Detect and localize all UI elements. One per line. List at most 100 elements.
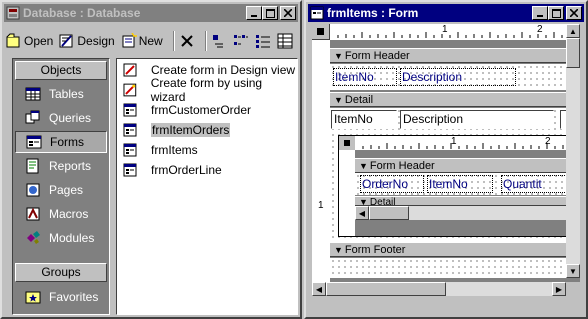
form-selector-box bbox=[317, 28, 324, 35]
object-macros[interactable]: Macros bbox=[15, 203, 107, 225]
object-label: Tables bbox=[49, 87, 84, 101]
subform-detail-band[interactable]: ▼ Detail bbox=[355, 196, 579, 206]
horizontal-scrollbar[interactable]: ◀ ▶ bbox=[312, 282, 566, 296]
open-label: Open bbox=[24, 34, 54, 48]
subform-scroll-left-button[interactable]: ◀ bbox=[355, 206, 369, 220]
vertical-ruler[interactable]: 1 bbox=[312, 40, 330, 294]
scroll-right-button[interactable]: ▶ bbox=[552, 282, 566, 296]
group-favorites[interactable]: Favorites bbox=[15, 286, 107, 308]
object-modules[interactable]: Modules bbox=[15, 227, 107, 249]
large-icons-icon bbox=[212, 35, 223, 48]
toolbar-separator bbox=[172, 31, 175, 51]
horizontal-ruler[interactable]: 1 2 bbox=[330, 24, 580, 40]
subform-label-itemno[interactable]: ItemNo bbox=[427, 175, 493, 193]
object-tables[interactable]: Tables bbox=[15, 83, 107, 105]
maximize-button[interactable] bbox=[548, 6, 564, 20]
report-icon bbox=[26, 158, 39, 174]
new-label: New bbox=[138, 34, 163, 48]
scroll-up-button[interactable]: ▲ bbox=[566, 24, 580, 38]
small-icons-icon bbox=[233, 35, 248, 45]
open-button[interactable]: Open bbox=[6, 33, 53, 49]
list-item-selected[interactable]: frmItemOrders bbox=[123, 121, 231, 139]
new-button[interactable]: New bbox=[121, 33, 163, 49]
detail-field-description[interactable]: Description bbox=[400, 110, 554, 129]
scroll-left-button[interactable]: ◀ bbox=[312, 282, 326, 296]
header-label-description[interactable]: Description bbox=[400, 68, 516, 86]
list-item[interactable]: frmCustomerOrder bbox=[123, 101, 251, 119]
subform-selector[interactable] bbox=[339, 136, 355, 150]
form-icon bbox=[123, 123, 137, 137]
close-button[interactable] bbox=[280, 6, 296, 20]
minimize-button[interactable] bbox=[532, 6, 548, 20]
object-pages[interactable]: Pages bbox=[15, 179, 107, 201]
module-icon bbox=[27, 231, 40, 244]
detail-field-text: ItemNo bbox=[334, 112, 373, 126]
form-selector[interactable] bbox=[312, 24, 330, 40]
detail-field-text: Description bbox=[403, 112, 464, 126]
subform-vertical-ruler[interactable] bbox=[339, 150, 355, 236]
form-header-section[interactable]: ItemNo Description bbox=[330, 64, 578, 90]
subform-header-section[interactable]: OrderNo ItemNo Quantit bbox=[355, 173, 579, 195]
list-item[interactable]: frmItems bbox=[123, 141, 198, 159]
band-arrow-icon: ▼ bbox=[359, 197, 368, 206]
object-forms[interactable]: Forms bbox=[15, 131, 107, 153]
vertical-scrollbar[interactable]: ▲ ▼ bbox=[566, 24, 580, 278]
scroll-down-button[interactable]: ▼ bbox=[566, 264, 580, 278]
detail-band[interactable]: ▼ Detail bbox=[330, 92, 578, 107]
subform-horizontal-ruler[interactable]: 1 2 bbox=[355, 136, 579, 150]
database-titlebar[interactable]: Database : Database bbox=[4, 4, 298, 22]
header-label-text: ItemNo bbox=[335, 70, 374, 84]
form-icon bbox=[26, 135, 42, 149]
design-button[interactable]: Design bbox=[59, 33, 115, 49]
close-button[interactable] bbox=[566, 6, 582, 20]
list-item[interactable]: frmOrderLine bbox=[123, 161, 222, 179]
large-icons-button[interactable] bbox=[211, 33, 227, 49]
maximize-button[interactable] bbox=[262, 6, 278, 20]
subform-control[interactable]: 1 2 ▼Form Header OrderNo ItemNo Quantit bbox=[338, 135, 580, 237]
table-icon bbox=[25, 87, 41, 101]
object-queries[interactable]: Queries bbox=[15, 107, 107, 129]
form-footer-band[interactable]: ▼ Form Footer bbox=[330, 242, 578, 257]
small-icons-button[interactable] bbox=[233, 33, 249, 49]
delete-button[interactable] bbox=[179, 33, 195, 49]
vertical-scroll-thumb[interactable] bbox=[566, 38, 580, 68]
list-view-button[interactable] bbox=[255, 33, 271, 49]
subform-detail-label: Detail bbox=[369, 197, 396, 206]
header-label-itemno[interactable]: ItemNo bbox=[333, 68, 397, 86]
subform-horizontal-scrollbar[interactable]: ◀ bbox=[355, 206, 579, 220]
details-view-button[interactable] bbox=[277, 33, 293, 49]
objects-header-label: Objects bbox=[40, 63, 82, 77]
toolbar-separator bbox=[204, 31, 207, 51]
minimize-button[interactable] bbox=[246, 6, 262, 20]
subform-header-band[interactable]: ▼ Form Header bbox=[355, 158, 579, 173]
page-icon bbox=[26, 183, 40, 197]
close-icon bbox=[570, 9, 578, 17]
scroll-left-icon: ◀ bbox=[315, 284, 323, 294]
close-icon bbox=[284, 9, 292, 17]
favorites-icon bbox=[25, 291, 41, 304]
form-titlebar[interactable]: frmItems : Form bbox=[308, 4, 584, 22]
subform-label-orderno[interactable]: OrderNo bbox=[360, 175, 424, 193]
detail-field-itemno[interactable]: ItemNo bbox=[331, 110, 397, 129]
minimize-icon bbox=[537, 15, 543, 17]
objects-header-button[interactable]: Objects bbox=[15, 61, 107, 80]
wizard-icon bbox=[123, 83, 137, 97]
form-footer-section[interactable] bbox=[330, 258, 578, 278]
objects-bar: Objects Tables Queries Forms Reports Pag… bbox=[12, 58, 110, 315]
form-header-band[interactable]: ▼ Form Header bbox=[330, 48, 578, 63]
detail-section[interactable]: ItemNo Description 1 2 ▼ Form Header Ord… bbox=[330, 108, 580, 242]
header-label-text: Description bbox=[402, 70, 463, 84]
list-item[interactable]: Create form by using wizard bbox=[123, 76, 297, 104]
object-reports[interactable]: Reports bbox=[15, 155, 107, 177]
horizontal-scroll-thumb[interactable] bbox=[326, 282, 446, 296]
object-label: Forms bbox=[50, 135, 84, 149]
macro-icon bbox=[26, 207, 40, 221]
subform-scroll-thumb[interactable] bbox=[369, 206, 409, 220]
form-footer-label: Form Footer bbox=[344, 244, 406, 256]
database-window: Database : Database Open Design New Obje… bbox=[0, 0, 302, 319]
groups-header-button[interactable]: Groups bbox=[15, 263, 107, 282]
band-arrow-icon: ▼ bbox=[359, 161, 368, 171]
object-label: Modules bbox=[49, 231, 95, 245]
new-object-icon bbox=[122, 33, 137, 48]
form-icon bbox=[310, 6, 324, 20]
